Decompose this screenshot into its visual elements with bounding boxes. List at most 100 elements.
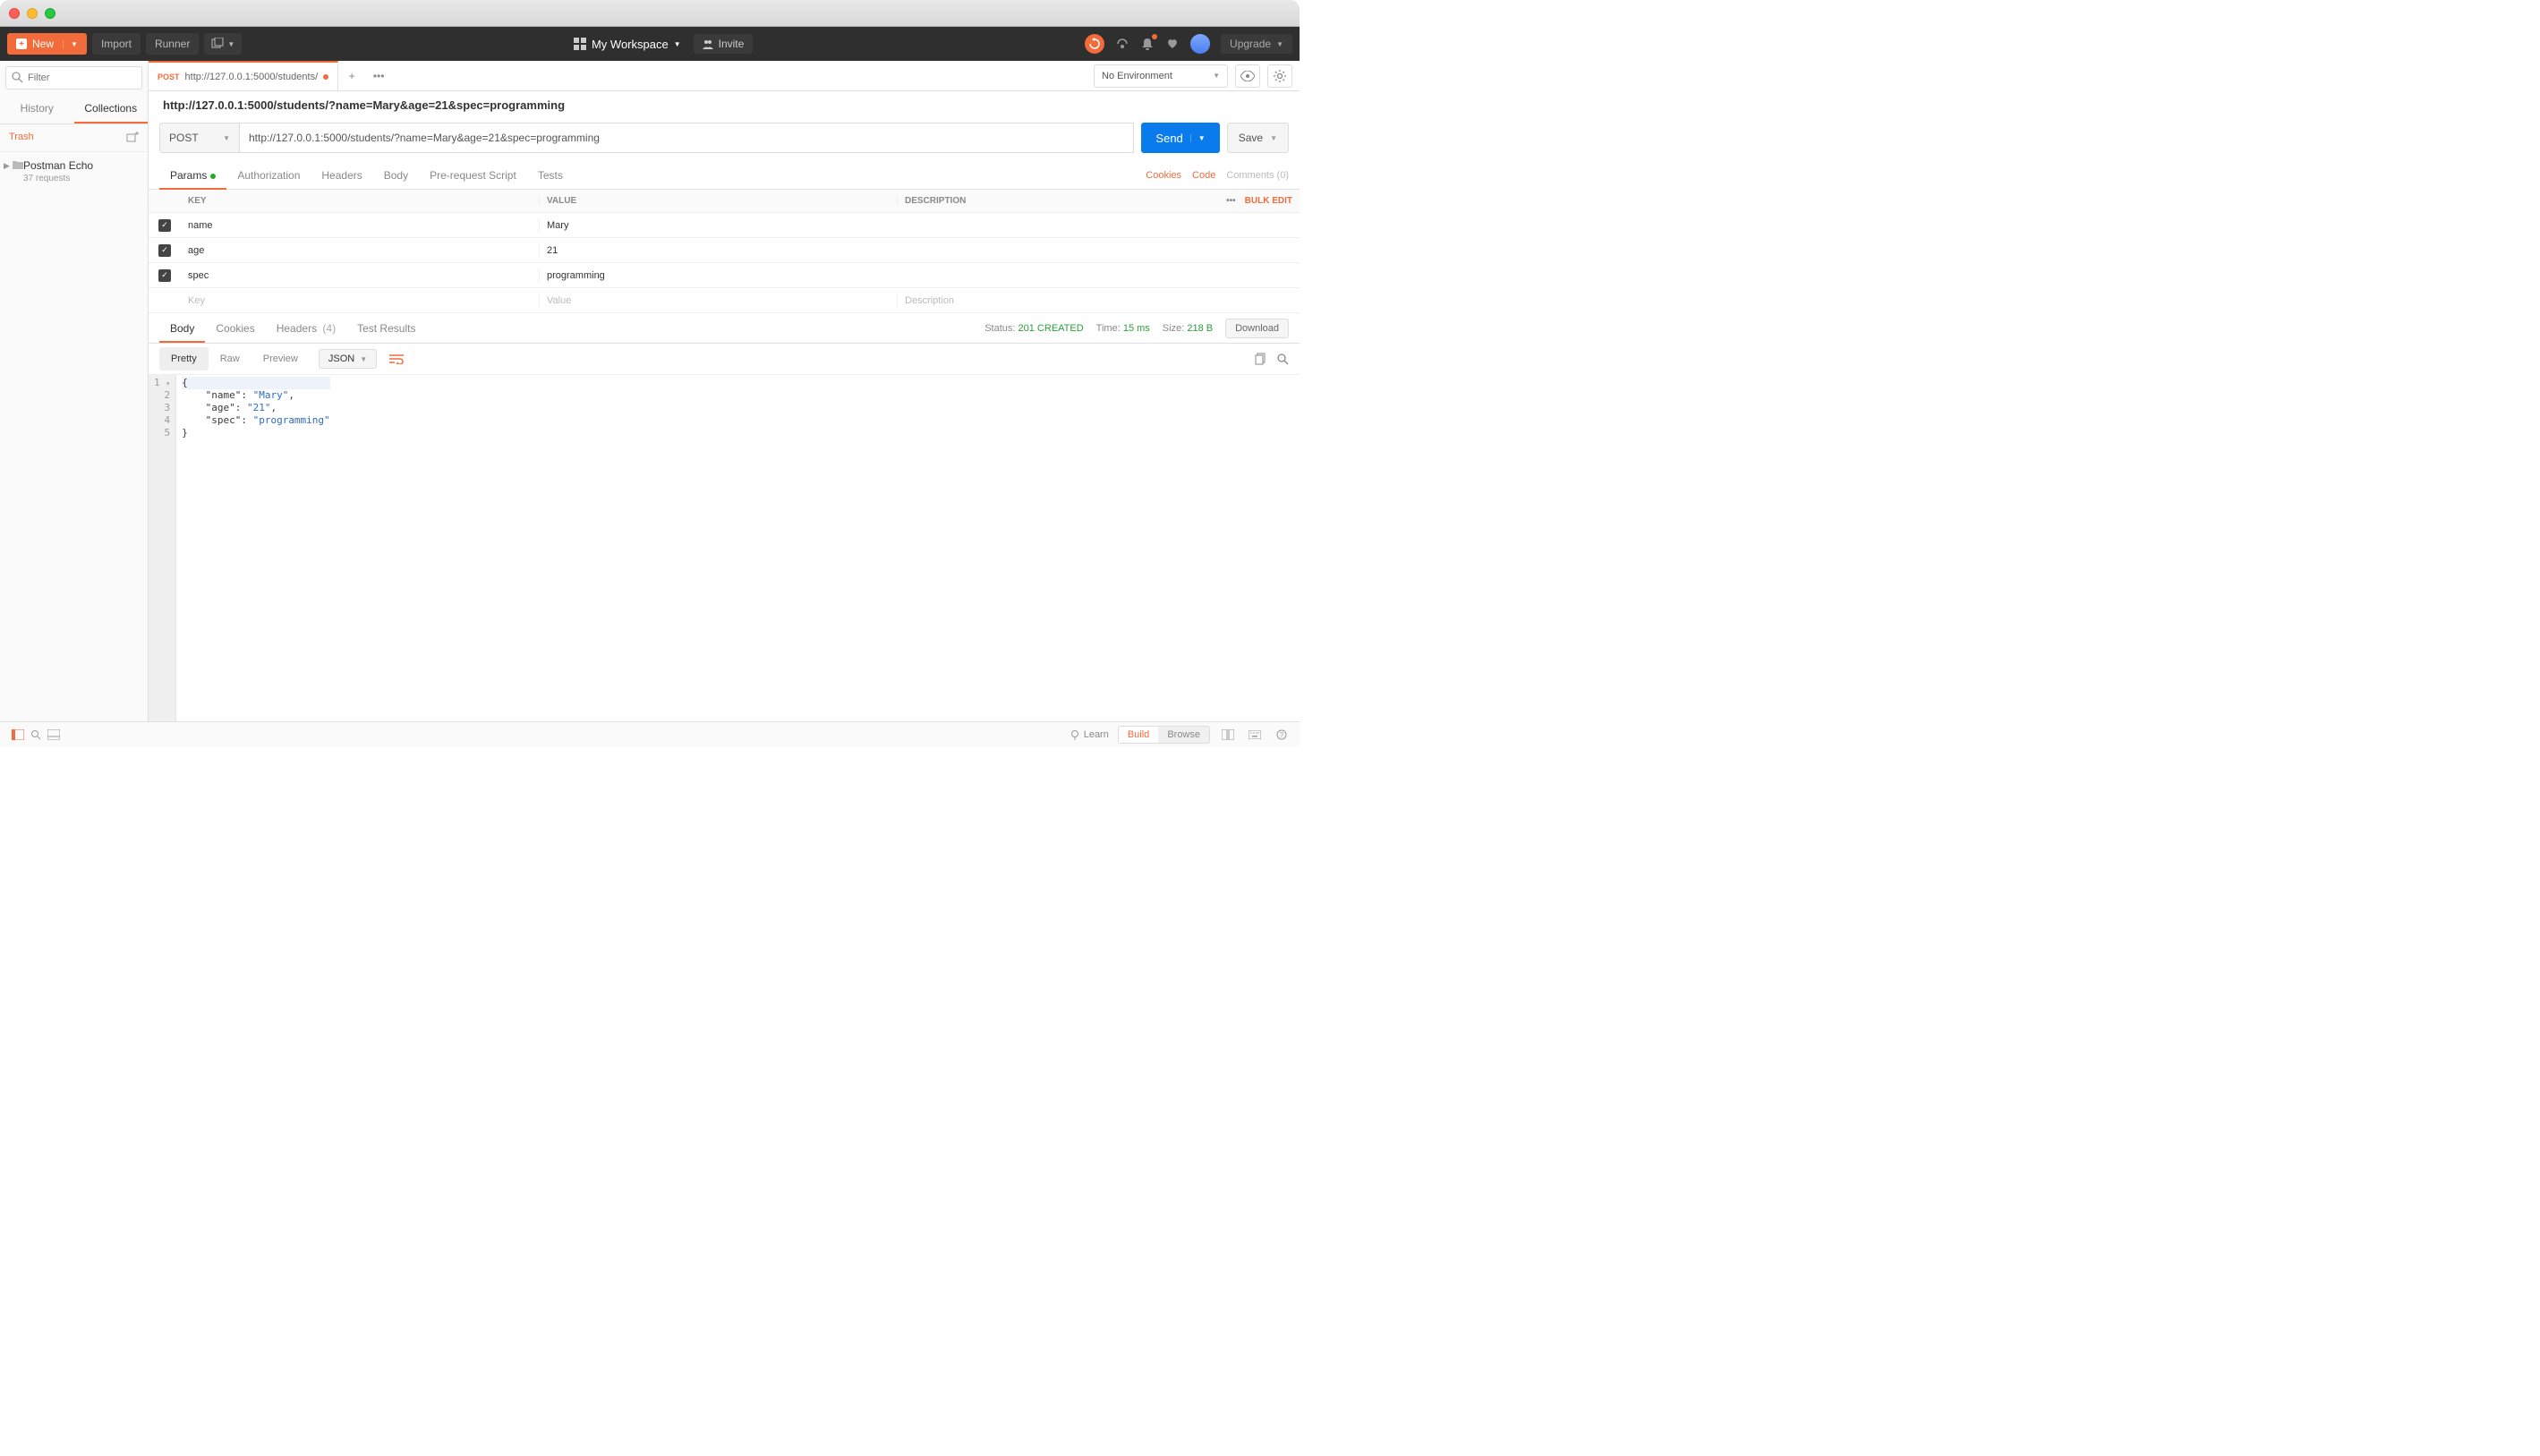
param-key[interactable]: name bbox=[181, 220, 539, 231]
toggle-sidebar-button[interactable] bbox=[9, 729, 27, 740]
response-size: 218 B bbox=[1187, 323, 1213, 334]
request-tab-prerequest[interactable]: Pre-request Script bbox=[419, 162, 527, 189]
param-checkbox[interactable]: ✓ bbox=[158, 219, 171, 232]
url-input[interactable] bbox=[240, 123, 1134, 153]
bulk-edit-link[interactable]: Bulk Edit bbox=[1245, 196, 1292, 206]
expand-arrow-icon: ▶ bbox=[4, 161, 10, 171]
response-tab-headers[interactable]: Headers (4) bbox=[266, 315, 346, 342]
param-key-placeholder[interactable]: Key bbox=[181, 295, 539, 306]
params-options-button[interactable]: ••• bbox=[1226, 196, 1236, 206]
collection-item[interactable]: ▶ Postman Echo 37 requests bbox=[0, 152, 148, 191]
bootcamp-button[interactable]: Learn bbox=[1070, 729, 1109, 740]
workspace-label: My Workspace bbox=[592, 38, 669, 51]
request-tab[interactable]: POST http://127.0.0.1:5000/students/ bbox=[149, 61, 338, 90]
code-link[interactable]: Code bbox=[1192, 170, 1215, 181]
trash-link[interactable]: Trash bbox=[9, 132, 34, 144]
workspace-selector[interactable]: My Workspace ▼ bbox=[574, 38, 681, 51]
request-tab-tests[interactable]: Tests bbox=[527, 162, 574, 189]
zoom-window[interactable] bbox=[45, 8, 55, 19]
lightbulb-icon bbox=[1070, 729, 1080, 740]
comments-link[interactable]: Comments (0) bbox=[1226, 170, 1289, 181]
response-tab-body[interactable]: Body bbox=[159, 315, 205, 342]
view-raw[interactable]: Raw bbox=[209, 347, 251, 370]
invite-button[interactable]: Invite bbox=[694, 34, 754, 54]
new-dropdown-caret[interactable]: ▼ bbox=[63, 40, 78, 48]
environment-selector[interactable]: No Environment ▼ bbox=[1094, 64, 1228, 88]
bell-icon bbox=[1141, 38, 1154, 50]
param-value[interactable]: programming bbox=[539, 270, 897, 281]
send-dropdown-caret[interactable]: ▼ bbox=[1190, 134, 1206, 142]
collection-name: Postman Echo bbox=[23, 159, 139, 172]
params-active-dot bbox=[210, 174, 216, 179]
response-tab-cookies[interactable]: Cookies bbox=[205, 315, 265, 342]
param-row[interactable]: ✓ age 21 bbox=[149, 238, 1300, 263]
param-checkbox[interactable]: ✓ bbox=[158, 244, 171, 257]
capture-button[interactable] bbox=[1115, 37, 1129, 51]
response-tab-tests[interactable]: Test Results bbox=[346, 315, 426, 342]
view-pretty[interactable]: Pretty bbox=[159, 347, 209, 370]
open-new-window-button[interactable]: ▼ bbox=[204, 33, 242, 55]
console-button[interactable] bbox=[45, 729, 63, 740]
close-window[interactable] bbox=[9, 8, 20, 19]
sidebar-tab-history[interactable]: History bbox=[0, 95, 74, 123]
sync-button[interactable] bbox=[1085, 34, 1104, 54]
param-value[interactable]: Mary bbox=[539, 220, 897, 231]
param-key[interactable]: age bbox=[181, 245, 539, 256]
request-tab-authorization[interactable]: Authorization bbox=[226, 162, 311, 189]
new-collection-button[interactable] bbox=[126, 132, 139, 144]
param-value[interactable]: 21 bbox=[539, 245, 897, 256]
search-response-button[interactable] bbox=[1276, 353, 1289, 365]
param-row-new[interactable]: Key Value Description bbox=[149, 288, 1300, 313]
param-checkbox[interactable]: ✓ bbox=[158, 269, 171, 282]
user-avatar[interactable] bbox=[1190, 34, 1210, 54]
request-tab-params[interactable]: Params bbox=[159, 162, 226, 189]
copy-response-button[interactable] bbox=[1255, 353, 1267, 365]
search-icon bbox=[1276, 353, 1289, 365]
keyboard-shortcuts-button[interactable] bbox=[1246, 730, 1264, 739]
people-icon bbox=[703, 38, 713, 49]
param-value-placeholder[interactable]: Value bbox=[539, 295, 897, 306]
view-preview[interactable]: Preview bbox=[251, 347, 310, 370]
heart-button[interactable] bbox=[1165, 37, 1180, 51]
request-tab-headers[interactable]: Headers bbox=[311, 162, 372, 189]
layout-build[interactable]: Build bbox=[1119, 727, 1158, 743]
import-button[interactable]: Import bbox=[92, 33, 141, 55]
line-gutter: 1 ▾ 2345 bbox=[149, 375, 176, 721]
runner-button[interactable]: Runner bbox=[146, 33, 199, 55]
new-button[interactable]: + New ▼ bbox=[7, 33, 87, 55]
upgrade-label: Upgrade bbox=[1230, 38, 1271, 50]
layout-browse[interactable]: Browse bbox=[1158, 727, 1209, 743]
param-key[interactable]: spec bbox=[181, 270, 539, 281]
cookies-link[interactable]: Cookies bbox=[1146, 170, 1181, 181]
two-pane-button[interactable] bbox=[1219, 729, 1237, 740]
satellite-icon bbox=[1115, 37, 1129, 51]
download-button[interactable]: Download bbox=[1225, 319, 1289, 338]
find-button[interactable] bbox=[27, 729, 45, 740]
notifications-button[interactable] bbox=[1140, 37, 1155, 51]
upgrade-button[interactable]: Upgrade ▼ bbox=[1221, 34, 1292, 54]
new-tab-button[interactable]: + bbox=[338, 70, 365, 82]
format-selector[interactable]: JSON ▼ bbox=[319, 349, 377, 369]
send-button[interactable]: Send ▼ bbox=[1141, 123, 1219, 153]
workspace-grid-icon bbox=[574, 38, 586, 50]
folder-icon bbox=[13, 160, 23, 169]
content: POST http://127.0.0.1:5000/students/ + •… bbox=[149, 61, 1300, 721]
help-button[interactable]: ? bbox=[1273, 729, 1291, 740]
settings-button[interactable] bbox=[1267, 64, 1292, 88]
environment-preview-button[interactable] bbox=[1235, 64, 1260, 88]
sidebar-tab-collections[interactable]: Collections bbox=[74, 95, 149, 123]
help-icon: ? bbox=[1276, 729, 1287, 740]
tab-options-button[interactable]: ••• bbox=[365, 70, 392, 82]
param-desc-placeholder[interactable]: Description bbox=[897, 295, 1300, 306]
wrap-lines-button[interactable] bbox=[384, 350, 409, 368]
param-row[interactable]: ✓ name Mary bbox=[149, 213, 1300, 238]
minimize-window[interactable] bbox=[27, 8, 38, 19]
param-row[interactable]: ✓ spec programming bbox=[149, 263, 1300, 288]
request-tab-body[interactable]: Body bbox=[373, 162, 419, 189]
save-button[interactable]: Save ▼ bbox=[1227, 123, 1289, 153]
sync-icon bbox=[1088, 38, 1101, 50]
method-selector[interactable]: POST ▼ bbox=[159, 123, 240, 153]
eye-icon bbox=[1240, 71, 1255, 81]
header-value: VALUE bbox=[539, 196, 897, 206]
filter-input[interactable] bbox=[5, 66, 142, 89]
